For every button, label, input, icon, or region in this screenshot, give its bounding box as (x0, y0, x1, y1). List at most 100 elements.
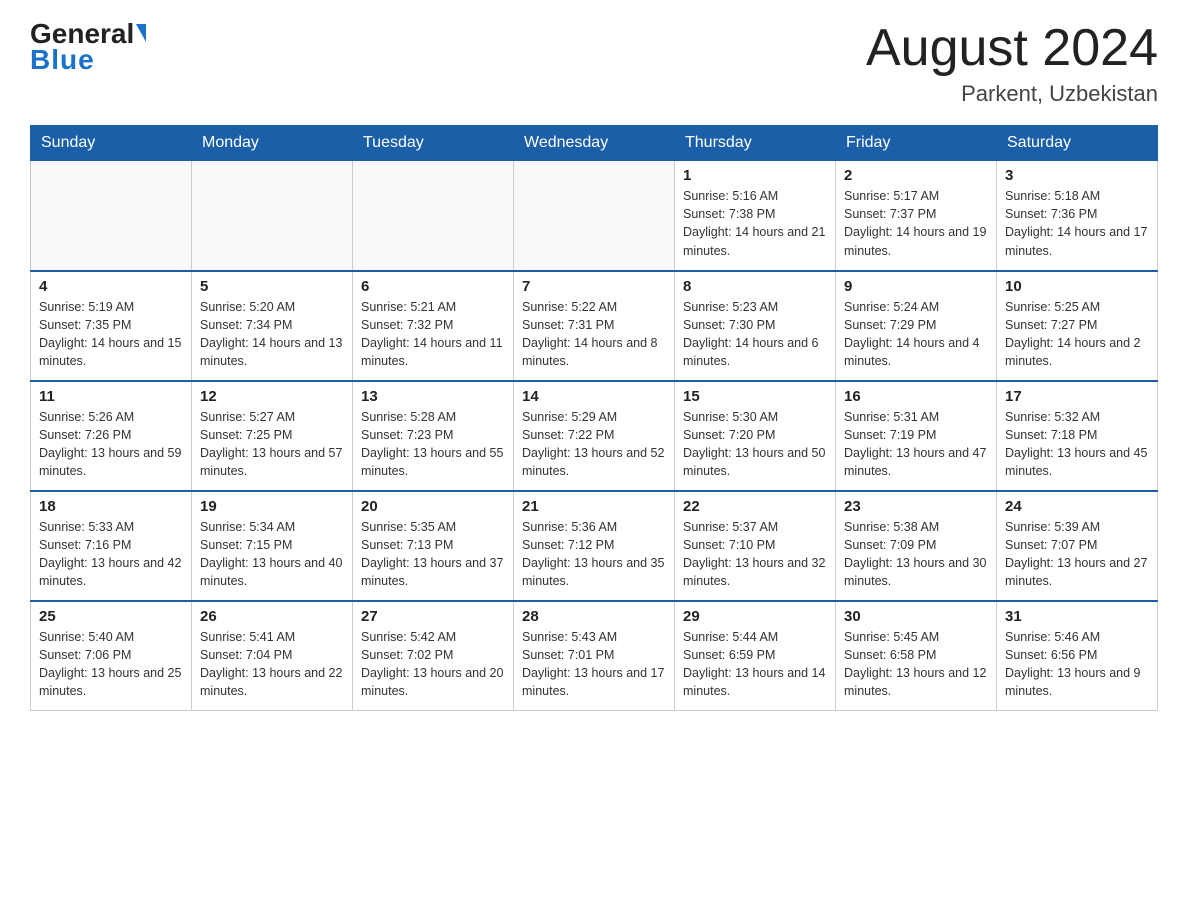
day-number: 16 (844, 388, 988, 405)
col-header-friday: Friday (836, 126, 997, 161)
day-number: 29 (683, 608, 827, 625)
day-info: Sunrise: 5:35 AM Sunset: 7:13 PM Dayligh… (361, 518, 505, 591)
day-info: Sunrise: 5:31 AM Sunset: 7:19 PM Dayligh… (844, 408, 988, 481)
calendar-week-3: 11Sunrise: 5:26 AM Sunset: 7:26 PM Dayli… (31, 381, 1158, 491)
table-row: 23 Sunrise: 5:38 AM Sunset: 7:09 PM Dayli… (836, 491, 997, 601)
location-title: Parkent, Uzbekistan (866, 81, 1158, 107)
day-number: 31 (1005, 608, 1149, 625)
day-number: 21 (522, 498, 666, 515)
day-info: Sunrise: 5:26 AM Sunset: 7:26 PM Dayligh… (39, 408, 183, 481)
calendar-header-row: Sunday Monday Tuesday Wednesday Thursday… (31, 126, 1158, 161)
table-row: 30 Sunrise: 5:45 AM Sunset: 6:58 PM Dayli… (836, 601, 997, 711)
day-info: Sunrise: 5:39 AM Sunset: 7:07 PM Dayligh… (1005, 518, 1149, 591)
day-number: 17 (1005, 388, 1149, 405)
day-info: Sunrise: 5:24 AM Sunset: 7:29 PM Dayligh… (844, 298, 988, 371)
table-row: 4 Sunrise: 5:19 AM Sunset: 7:35 PM Daylig… (31, 271, 192, 381)
day-info: Sunrise: 5:23 AM Sunset: 7:30 PM Dayligh… (683, 298, 827, 371)
table-row (514, 161, 675, 271)
day-info: Sunrise: 5:36 AM Sunset: 7:12 PM Dayligh… (522, 518, 666, 591)
day-info: Sunrise: 5:38 AM Sunset: 7:09 PM Dayligh… (844, 518, 988, 591)
logo-blue-text: Blue (30, 44, 95, 76)
table-row: 14 Sunrise: 5:29 AM Sunset: 7:22 PM Dayli… (514, 381, 675, 491)
day-info: Sunrise: 5:40 AM Sunset: 7:06 PM Dayligh… (39, 628, 183, 701)
day-info: Sunrise: 5:34 AM Sunset: 7:15 PM Dayligh… (200, 518, 344, 591)
day-info: Sunrise: 5:21 AM Sunset: 7:32 PM Dayligh… (361, 298, 505, 371)
table-row: 11Sunrise: 5:26 AM Sunset: 7:26 PM Dayli… (31, 381, 192, 491)
table-row: 3Sunrise: 5:18 AM Sunset: 7:36 PM Daylig… (997, 161, 1158, 271)
logo-area: General Blue (30, 20, 146, 76)
day-info: Sunrise: 5:44 AM Sunset: 6:59 PM Dayligh… (683, 628, 827, 701)
table-row: 19 Sunrise: 5:34 AM Sunset: 7:15 PM Dayli… (192, 491, 353, 601)
table-row: 22Sunrise: 5:37 AM Sunset: 7:10 PM Dayli… (675, 491, 836, 601)
calendar-week-5: 25 Sunrise: 5:40 AM Sunset: 7:06 PM Dayli… (31, 601, 1158, 711)
day-info: Sunrise: 5:43 AM Sunset: 7:01 PM Dayligh… (522, 628, 666, 701)
table-row (31, 161, 192, 271)
day-number: 25 (39, 608, 183, 625)
day-number: 30 (844, 608, 988, 625)
month-title: August 2024 (866, 20, 1158, 77)
day-number: 27 (361, 608, 505, 625)
table-row: 10Sunrise: 5:25 AM Sunset: 7:27 PM Dayli… (997, 271, 1158, 381)
table-row: 13 Sunrise: 5:28 AM Sunset: 7:23 PM Dayli… (353, 381, 514, 491)
day-info: Sunrise: 5:17 AM Sunset: 7:37 PM Dayligh… (844, 187, 988, 260)
table-row (353, 161, 514, 271)
table-row: 5 Sunrise: 5:20 AM Sunset: 7:34 PM Daylig… (192, 271, 353, 381)
table-row: 18 Sunrise: 5:33 AM Sunset: 7:16 PM Dayli… (31, 491, 192, 601)
day-number: 10 (1005, 278, 1149, 295)
table-row: 21 Sunrise: 5:36 AM Sunset: 7:12 PM Dayli… (514, 491, 675, 601)
table-row: 8 Sunrise: 5:23 AM Sunset: 7:30 PM Daylig… (675, 271, 836, 381)
day-number: 23 (844, 498, 988, 515)
day-info: Sunrise: 5:28 AM Sunset: 7:23 PM Dayligh… (361, 408, 505, 481)
day-number: 5 (200, 278, 344, 295)
table-row: 1Sunrise: 5:16 AM Sunset: 7:38 PM Daylig… (675, 161, 836, 271)
day-number: 14 (522, 388, 666, 405)
table-row: 15Sunrise: 5:30 AM Sunset: 7:20 PM Dayli… (675, 381, 836, 491)
day-number: 1 (683, 167, 827, 184)
day-info: Sunrise: 5:46 AM Sunset: 6:56 PM Dayligh… (1005, 628, 1149, 701)
day-number: 8 (683, 278, 827, 295)
table-row (192, 161, 353, 271)
table-row: 9 Sunrise: 5:24 AM Sunset: 7:29 PM Daylig… (836, 271, 997, 381)
day-info: Sunrise: 5:42 AM Sunset: 7:02 PM Dayligh… (361, 628, 505, 701)
table-row: 16 Sunrise: 5:31 AM Sunset: 7:19 PM Dayli… (836, 381, 997, 491)
day-info: Sunrise: 5:41 AM Sunset: 7:04 PM Dayligh… (200, 628, 344, 701)
table-row: 7 Sunrise: 5:22 AM Sunset: 7:31 PM Daylig… (514, 271, 675, 381)
logo-triangle-icon (136, 24, 146, 42)
day-number: 9 (844, 278, 988, 295)
calendar-table: Sunday Monday Tuesday Wednesday Thursday… (30, 125, 1158, 711)
day-number: 28 (522, 608, 666, 625)
day-info: Sunrise: 5:22 AM Sunset: 7:31 PM Dayligh… (522, 298, 666, 371)
day-info: Sunrise: 5:32 AM Sunset: 7:18 PM Dayligh… (1005, 408, 1149, 481)
table-row: 29 Sunrise: 5:44 AM Sunset: 6:59 PM Dayli… (675, 601, 836, 711)
table-row: 17 Sunrise: 5:32 AM Sunset: 7:18 PM Dayli… (997, 381, 1158, 491)
day-number: 19 (200, 498, 344, 515)
day-info: Sunrise: 5:45 AM Sunset: 6:58 PM Dayligh… (844, 628, 988, 701)
day-number: 20 (361, 498, 505, 515)
table-row: 27 Sunrise: 5:42 AM Sunset: 7:02 PM Dayli… (353, 601, 514, 711)
day-info: Sunrise: 5:33 AM Sunset: 7:16 PM Dayligh… (39, 518, 183, 591)
table-row: 2 Sunrise: 5:17 AM Sunset: 7:37 PM Daylig… (836, 161, 997, 271)
table-row: 25 Sunrise: 5:40 AM Sunset: 7:06 PM Dayli… (31, 601, 192, 711)
day-info: Sunrise: 5:37 AM Sunset: 7:10 PM Dayligh… (683, 518, 827, 591)
day-number: 7 (522, 278, 666, 295)
table-row: 26 Sunrise: 5:41 AM Sunset: 7:04 PM Dayli… (192, 601, 353, 711)
day-number: 26 (200, 608, 344, 625)
day-info: Sunrise: 5:29 AM Sunset: 7:22 PM Dayligh… (522, 408, 666, 481)
day-number: 2 (844, 167, 988, 184)
day-number: 18 (39, 498, 183, 515)
day-info: Sunrise: 5:20 AM Sunset: 7:34 PM Dayligh… (200, 298, 344, 371)
day-info: Sunrise: 5:27 AM Sunset: 7:25 PM Dayligh… (200, 408, 344, 481)
table-row: 20 Sunrise: 5:35 AM Sunset: 7:13 PM Dayli… (353, 491, 514, 601)
col-header-tuesday: Tuesday (353, 126, 514, 161)
day-info: Sunrise: 5:19 AM Sunset: 7:35 PM Dayligh… (39, 298, 183, 371)
table-row: 6Sunrise: 5:21 AM Sunset: 7:32 PM Daylig… (353, 271, 514, 381)
day-number: 4 (39, 278, 183, 295)
day-number: 12 (200, 388, 344, 405)
day-number: 13 (361, 388, 505, 405)
table-row: 12 Sunrise: 5:27 AM Sunset: 7:25 PM Dayli… (192, 381, 353, 491)
day-number: 24 (1005, 498, 1149, 515)
col-header-sunday: Sunday (31, 126, 192, 161)
col-header-monday: Monday (192, 126, 353, 161)
table-row: 28 Sunrise: 5:43 AM Sunset: 7:01 PM Dayli… (514, 601, 675, 711)
calendar-week-1: 1Sunrise: 5:16 AM Sunset: 7:38 PM Daylig… (31, 161, 1158, 271)
